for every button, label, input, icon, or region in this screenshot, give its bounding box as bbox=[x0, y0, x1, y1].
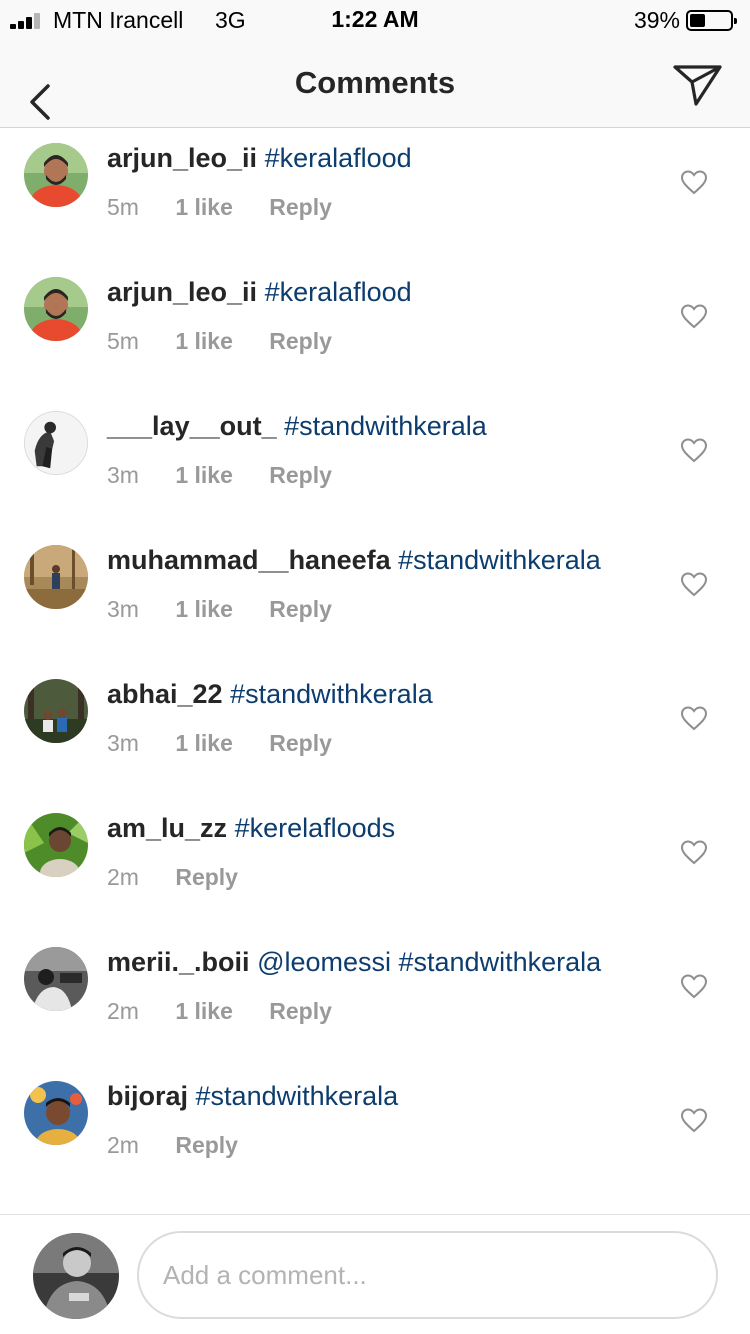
comment-time: 3m bbox=[107, 462, 139, 488]
comment-meta: 3m 1 like Reply bbox=[107, 462, 362, 489]
comment-username[interactable]: arjun_leo_ii bbox=[107, 143, 257, 173]
comment-text[interactable]: #keralaflood bbox=[265, 143, 412, 173]
comment-time: 5m bbox=[107, 194, 139, 220]
heart-icon[interactable] bbox=[680, 169, 708, 195]
comment-line: bijoraj #standwithkerala bbox=[107, 1081, 398, 1112]
avatar[interactable] bbox=[24, 1081, 88, 1145]
comment-text[interactable]: #standwithkerala bbox=[230, 679, 433, 709]
comment-item: merii._.boii @leomessi #standwithkerala … bbox=[0, 933, 750, 1067]
comment-time: 3m bbox=[107, 730, 139, 756]
comment-likes[interactable]: 1 like bbox=[175, 730, 233, 756]
heart-icon[interactable] bbox=[680, 303, 708, 329]
comment-item: arjun_leo_ii #keralaflood 5m 1 like Repl… bbox=[0, 129, 750, 263]
battery-percent: 39% bbox=[633, 7, 680, 33]
heart-icon[interactable] bbox=[680, 1107, 708, 1133]
reply-button[interactable]: Reply bbox=[269, 462, 332, 488]
reply-button[interactable]: Reply bbox=[269, 730, 332, 756]
comment-text[interactable]: #standwithkerala bbox=[398, 545, 601, 575]
comment-time: 2m bbox=[107, 1132, 139, 1158]
comment-meta: 5m 1 like Reply bbox=[107, 194, 362, 221]
comment-time: 5m bbox=[107, 328, 139, 354]
comment-username[interactable]: arjun_leo_ii bbox=[107, 277, 257, 307]
comment-item: ___lay__out_ #standwithkerala 3m 1 like … bbox=[0, 397, 750, 531]
comment-meta: 2m Reply bbox=[107, 1132, 268, 1159]
avatar[interactable] bbox=[24, 143, 88, 207]
avatar[interactable] bbox=[24, 947, 88, 1011]
comment-time: 2m bbox=[107, 864, 139, 890]
comment-meta: 3m 1 like Reply bbox=[107, 730, 362, 757]
reply-button[interactable]: Reply bbox=[269, 328, 332, 354]
heart-icon[interactable] bbox=[680, 839, 708, 865]
heart-icon[interactable] bbox=[680, 571, 708, 597]
comment-username[interactable]: merii._.boii bbox=[107, 947, 250, 977]
comment-item: bijoraj #standwithkerala 2m Reply bbox=[0, 1067, 750, 1201]
comment-time: 2m bbox=[107, 998, 139, 1024]
comment-item: muhammad__haneefa #standwithkerala 3m 1 … bbox=[0, 531, 750, 665]
avatar[interactable] bbox=[24, 813, 88, 877]
avatar[interactable] bbox=[24, 277, 88, 341]
avatar[interactable] bbox=[24, 679, 88, 743]
comment-meta: 2m Reply bbox=[107, 864, 268, 891]
page-title: Comments bbox=[294, 65, 456, 100]
comment-line: am_lu_zz #kerelafloods bbox=[107, 813, 395, 844]
comment-likes[interactable]: 1 like bbox=[175, 462, 233, 488]
comment-item: abhai_22 #standwithkerala 3m 1 like Repl… bbox=[0, 665, 750, 799]
comment-list: arjun_leo_ii #keralaflood 5m 1 like Repl… bbox=[0, 129, 750, 1201]
status-bar: MTN Irancell 3G 1:22 AM 39% bbox=[0, 0, 750, 40]
comment-username[interactable]: am_lu_zz bbox=[107, 813, 227, 843]
comment-time: 3m bbox=[107, 596, 139, 622]
comment-likes[interactable]: 1 like bbox=[175, 328, 233, 354]
comment-line: abhai_22 #standwithkerala bbox=[107, 679, 433, 710]
comment-line: arjun_leo_ii #keralaflood bbox=[107, 143, 412, 174]
paper-plane-icon[interactable] bbox=[672, 62, 724, 108]
comment-username[interactable]: ___lay__out_ bbox=[107, 411, 277, 441]
comment-line: arjun_leo_ii #keralaflood bbox=[107, 277, 412, 308]
comment-item: arjun_leo_ii #keralaflood 5m 1 like Repl… bbox=[0, 263, 750, 397]
comment-meta: 3m 1 like Reply bbox=[107, 596, 362, 623]
comment-username[interactable]: abhai_22 bbox=[107, 679, 223, 709]
avatar[interactable] bbox=[24, 411, 88, 475]
comment-meta: 5m 1 like Reply bbox=[107, 328, 362, 355]
comment-text[interactable]: #kerelafloods bbox=[235, 813, 396, 843]
nav-bar: Comments bbox=[0, 40, 750, 128]
reply-button[interactable]: Reply bbox=[175, 1132, 238, 1158]
avatar[interactable] bbox=[24, 545, 88, 609]
comment-username[interactable]: muhammad__haneefa bbox=[107, 545, 391, 575]
comment-input[interactable] bbox=[137, 1231, 718, 1319]
comment-meta: 2m 1 like Reply bbox=[107, 998, 362, 1025]
comment-line: merii._.boii @leomessi #standwithkerala bbox=[107, 947, 601, 978]
comment-username[interactable]: bijoraj bbox=[107, 1081, 188, 1111]
comment-likes[interactable]: 1 like bbox=[175, 998, 233, 1024]
comment-composer bbox=[0, 1214, 750, 1334]
comment-likes[interactable]: 1 like bbox=[175, 596, 233, 622]
reply-button[interactable]: Reply bbox=[269, 194, 332, 220]
reply-button[interactable]: Reply bbox=[269, 596, 332, 622]
heart-icon[interactable] bbox=[680, 437, 708, 463]
comment-text[interactable]: @leomessi #standwithkerala bbox=[257, 947, 601, 977]
comment-item: am_lu_zz #kerelafloods 2m Reply bbox=[0, 799, 750, 933]
user-avatar bbox=[33, 1233, 119, 1319]
heart-icon[interactable] bbox=[680, 973, 708, 999]
comment-likes[interactable]: 1 like bbox=[175, 194, 233, 220]
comment-text[interactable]: #keralaflood bbox=[265, 277, 412, 307]
comment-line: muhammad__haneefa #standwithkerala bbox=[107, 545, 601, 576]
comment-text[interactable]: #standwithkerala bbox=[196, 1081, 399, 1111]
comment-text[interactable]: #standwithkerala bbox=[284, 411, 487, 441]
comment-line: ___lay__out_ #standwithkerala bbox=[107, 411, 487, 442]
reply-button[interactable]: Reply bbox=[175, 864, 238, 890]
reply-button[interactable]: Reply bbox=[269, 998, 332, 1024]
heart-icon[interactable] bbox=[680, 705, 708, 731]
battery-icon bbox=[686, 10, 737, 31]
